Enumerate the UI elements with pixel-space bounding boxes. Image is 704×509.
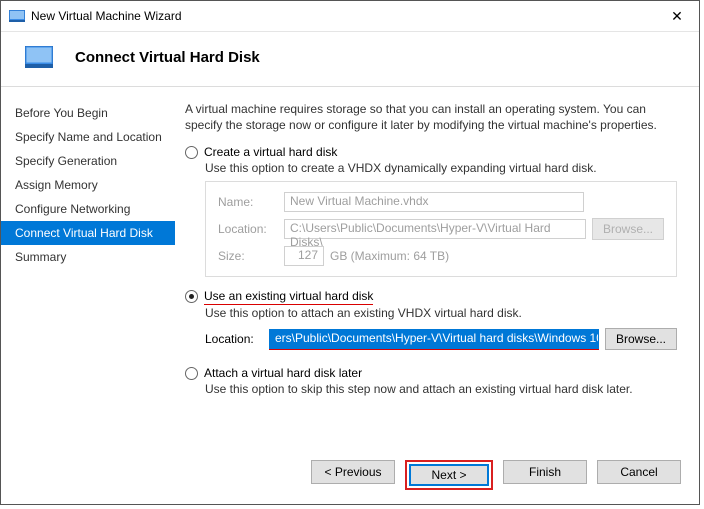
next-button[interactable]: Next > [409, 464, 489, 486]
radio-use-existing-label: Use an existing virtual hard disk [204, 289, 373, 304]
wizard-nav: Before You Begin Specify Name and Locati… [1, 87, 175, 448]
nav-before-you-begin[interactable]: Before You Begin [1, 101, 175, 125]
option-create: Create a virtual hard disk Use this opti… [185, 145, 677, 277]
option-use-existing-desc: Use this option to attach an existing VH… [205, 306, 677, 320]
intro-text: A virtual machine requires storage so th… [185, 101, 677, 133]
option-create-desc: Use this option to create a VHDX dynamic… [205, 161, 677, 175]
radio-attach-later-label: Attach a virtual hard disk later [204, 366, 362, 380]
nav-connect-virtual-hard-disk[interactable]: Connect Virtual Hard Disk [1, 221, 175, 245]
create-size-input: 127 [284, 246, 324, 266]
radio-create-label: Create a virtual hard disk [204, 145, 337, 159]
option-attach-later: Attach a virtual hard disk later Use thi… [185, 366, 677, 396]
nav-configure-networking[interactable]: Configure Networking [1, 197, 175, 221]
use-location-input[interactable]: ers\Public\Documents\Hyper-V\Virtual har… [269, 329, 599, 349]
wizard-footer: < Previous Next > Finish Cancel [1, 448, 699, 504]
finish-button[interactable]: Finish [503, 460, 587, 484]
option-attach-later-desc: Use this option to skip this step now an… [205, 382, 677, 396]
use-location-label: Location: [205, 332, 263, 346]
header-icon [25, 46, 53, 68]
create-location-label: Location: [218, 222, 278, 236]
radio-create[interactable] [185, 146, 198, 159]
previous-button[interactable]: < Previous [311, 460, 395, 484]
wizard-content: A virtual machine requires storage so th… [175, 87, 699, 448]
create-location-input: C:\Users\Public\Documents\Hyper-V\Virtua… [284, 219, 586, 239]
wizard-body: Before You Begin Specify Name and Locati… [1, 87, 699, 448]
radio-use-existing[interactable] [185, 290, 198, 303]
window-title: New Virtual Machine Wizard [31, 9, 655, 23]
create-name-input: New Virtual Machine.vhdx [284, 192, 584, 212]
create-size-suffix: GB (Maximum: 64 TB) [330, 249, 449, 263]
create-size-label: Size: [218, 249, 278, 263]
titlebar: New Virtual Machine Wizard ✕ [1, 1, 699, 32]
nav-specify-name-location[interactable]: Specify Name and Location [1, 125, 175, 149]
option-use-existing: Use an existing virtual hard disk Use th… [185, 289, 677, 350]
wizard-header: Connect Virtual Hard Disk [1, 32, 699, 87]
create-browse-button: Browse... [592, 218, 664, 240]
next-button-highlight: Next > [405, 460, 493, 490]
create-name-label: Name: [218, 195, 278, 209]
radio-attach-later[interactable] [185, 367, 198, 380]
close-button[interactable]: ✕ [655, 1, 699, 31]
wizard-window: New Virtual Machine Wizard ✕ Connect Vir… [0, 0, 700, 505]
page-heading: Connect Virtual Hard Disk [75, 49, 260, 66]
nav-assign-memory[interactable]: Assign Memory [1, 173, 175, 197]
nav-specify-generation[interactable]: Specify Generation [1, 149, 175, 173]
create-fieldset: Name: New Virtual Machine.vhdx Location:… [205, 181, 677, 277]
cancel-button[interactable]: Cancel [597, 460, 681, 484]
app-icon [9, 8, 25, 24]
nav-summary[interactable]: Summary [1, 245, 175, 269]
use-browse-button[interactable]: Browse... [605, 328, 677, 350]
